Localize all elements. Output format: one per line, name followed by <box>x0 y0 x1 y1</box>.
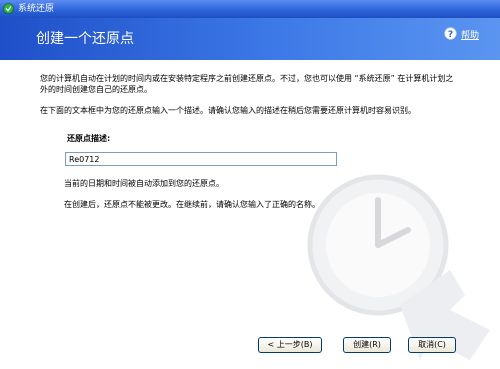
back-button[interactable]: < 上一步(B) <box>258 337 322 353</box>
svg-text:?: ? <box>448 30 453 40</box>
help-label: 帮助 <box>461 31 480 41</box>
description-label: 还原点描述: <box>67 134 111 143</box>
cancel-button[interactable]: 取消(C) <box>408 337 456 353</box>
instruction-text: 在下面的文本框中为您的还原点输入一个描述。请确认您输入的描述在稍后您需要还原计算… <box>40 106 416 115</box>
wizard-content: 您的计算机自动在计划的时间内或在安装特定程序之前创建还原点。不过，您也可以使用 … <box>0 60 500 369</box>
system-restore-icon <box>3 3 14 14</box>
intro-text: 您的计算机自动在计划的时间内或在安装特定程序之前创建还原点。不过，您也可以使用 … <box>40 74 454 94</box>
help-icon: ? <box>444 27 457 40</box>
create-button[interactable]: 创建(R) <box>343 337 391 353</box>
warning-text: 在创建后，还原点不能被更改。在继续前，请确认您输入了正确的名称。 <box>64 200 320 209</box>
date-note-text: 当前的日期和时间被自动添加到您的还原点。 <box>64 179 224 188</box>
window-title: 系统还原 <box>18 4 55 14</box>
description-input[interactable] <box>65 152 337 166</box>
header-band: 创建一个还原点 ? 帮助 <box>0 18 500 60</box>
page-title: 创建一个还原点 <box>36 31 134 47</box>
title-bar: 系统还原 <box>0 0 500 18</box>
